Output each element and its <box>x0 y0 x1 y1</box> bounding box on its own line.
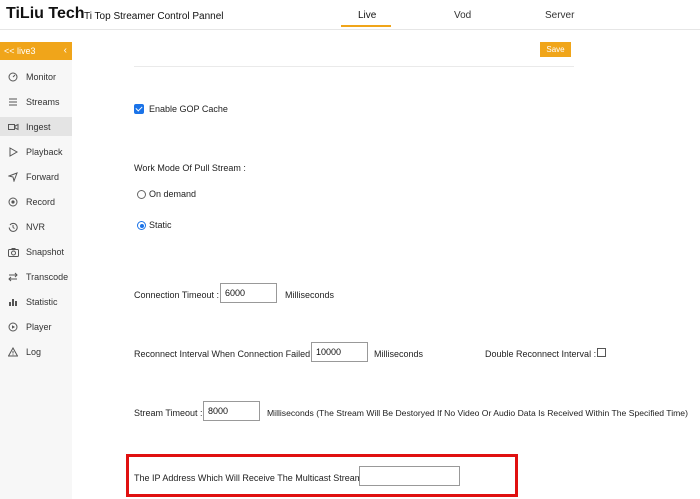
list-icon <box>7 96 19 108</box>
play-circle-icon <box>7 321 19 333</box>
chevron-left-icon[interactable]: ‹ <box>64 45 67 56</box>
sidebar-item-transcode[interactable]: Transcode <box>0 267 72 286</box>
bar-chart-icon <box>7 296 19 308</box>
sidebar-item-label: Playback <box>26 147 63 157</box>
on-demand-radio[interactable] <box>137 190 146 199</box>
sidebar-header-label: << live3 <box>4 46 36 56</box>
sidebar-item-ingest[interactable]: Ingest <box>0 117 72 136</box>
sidebar-item-log[interactable]: Log <box>0 342 72 361</box>
double-reconnect-checkbox[interactable] <box>597 348 606 357</box>
sidebar-item-label: Transcode <box>26 272 69 282</box>
sidebar-item-player[interactable]: Player <box>0 317 72 336</box>
reconnect-interval-input[interactable]: 10000 <box>311 342 368 362</box>
sidebar-item-label: Forward <box>26 172 60 182</box>
sidebar-item-label: Log <box>26 347 42 357</box>
video-camera-icon <box>7 121 19 133</box>
divider <box>134 66 574 67</box>
sidebar-item-record[interactable]: Record <box>0 192 72 211</box>
history-icon <box>7 221 19 233</box>
sidebar-item-forward[interactable]: Forward <box>0 167 72 186</box>
save-button[interactable]: Save <box>540 42 571 57</box>
sidebar: << live3 ‹ Monitor Streams Ingest Playba… <box>0 42 72 499</box>
tab-server[interactable]: Server <box>545 10 574 21</box>
reconnect-interval-label: Reconnect Interval When Connection Faile… <box>134 349 316 359</box>
sidebar-header[interactable]: << live3 ‹ <box>0 42 72 60</box>
warning-icon <box>7 346 19 358</box>
sidebar-item-label: Streams <box>26 97 60 107</box>
sidebar-item-label: Player <box>26 322 52 332</box>
swap-icon <box>7 271 19 283</box>
sidebar-item-playback[interactable]: Playback <box>0 142 72 161</box>
gauge-icon <box>7 71 19 83</box>
app-subtitle: Ti Top Streamer Control Pannel <box>84 11 224 22</box>
send-icon <box>7 171 19 183</box>
sidebar-item-label: Statistic <box>26 297 58 307</box>
stream-timeout-label: Stream Timeout : <box>134 408 203 418</box>
stream-timeout-input[interactable]: 8000 <box>203 401 260 421</box>
connection-timeout-input[interactable]: 6000 <box>220 283 277 303</box>
camera-icon <box>7 246 19 258</box>
sidebar-item-nvr[interactable]: NVR <box>0 217 72 236</box>
brand-logo: TiLiu Tech <box>6 5 85 22</box>
active-tab-indicator <box>341 25 391 27</box>
sidebar-item-label: Ingest <box>26 122 51 132</box>
sidebar-item-label: Monitor <box>26 72 57 82</box>
static-radio[interactable] <box>137 221 146 230</box>
static-label: Static <box>149 220 172 230</box>
on-demand-label: On demand <box>149 189 197 199</box>
sidebar-item-snapshot[interactable]: Snapshot <box>0 242 72 261</box>
stream-timeout-unit: Milliseconds (The Stream Will Be Destory… <box>267 408 688 418</box>
record-icon <box>7 196 19 208</box>
sidebar-item-monitor[interactable]: Monitor <box>0 67 72 86</box>
connection-timeout-label: Connection Timeout : <box>134 290 220 300</box>
highlight-annotation <box>126 454 518 497</box>
play-icon <box>7 146 19 158</box>
pull-mode-label: Work Mode Of Pull Stream : <box>134 163 246 173</box>
gop-cache-label: Enable GOP Cache <box>149 104 228 114</box>
sidebar-item-label: Record <box>26 197 56 207</box>
tab-vod[interactable]: Vod <box>454 10 471 21</box>
connection-timeout-unit: Milliseconds <box>285 290 335 300</box>
gop-cache-checkbox[interactable] <box>134 104 144 114</box>
tab-live[interactable]: Live <box>358 10 376 21</box>
top-bar: TiLiu Tech Ti Top Streamer Control Panne… <box>0 0 700 30</box>
sidebar-item-label: Snapshot <box>26 247 65 257</box>
sidebar-item-statistic[interactable]: Statistic <box>0 292 72 311</box>
reconnect-interval-unit: Milliseconds <box>374 349 424 359</box>
double-reconnect-label: Double Reconnect Interval : <box>485 349 597 359</box>
sidebar-item-label: NVR <box>26 222 46 232</box>
sidebar-item-streams[interactable]: Streams <box>0 92 72 111</box>
